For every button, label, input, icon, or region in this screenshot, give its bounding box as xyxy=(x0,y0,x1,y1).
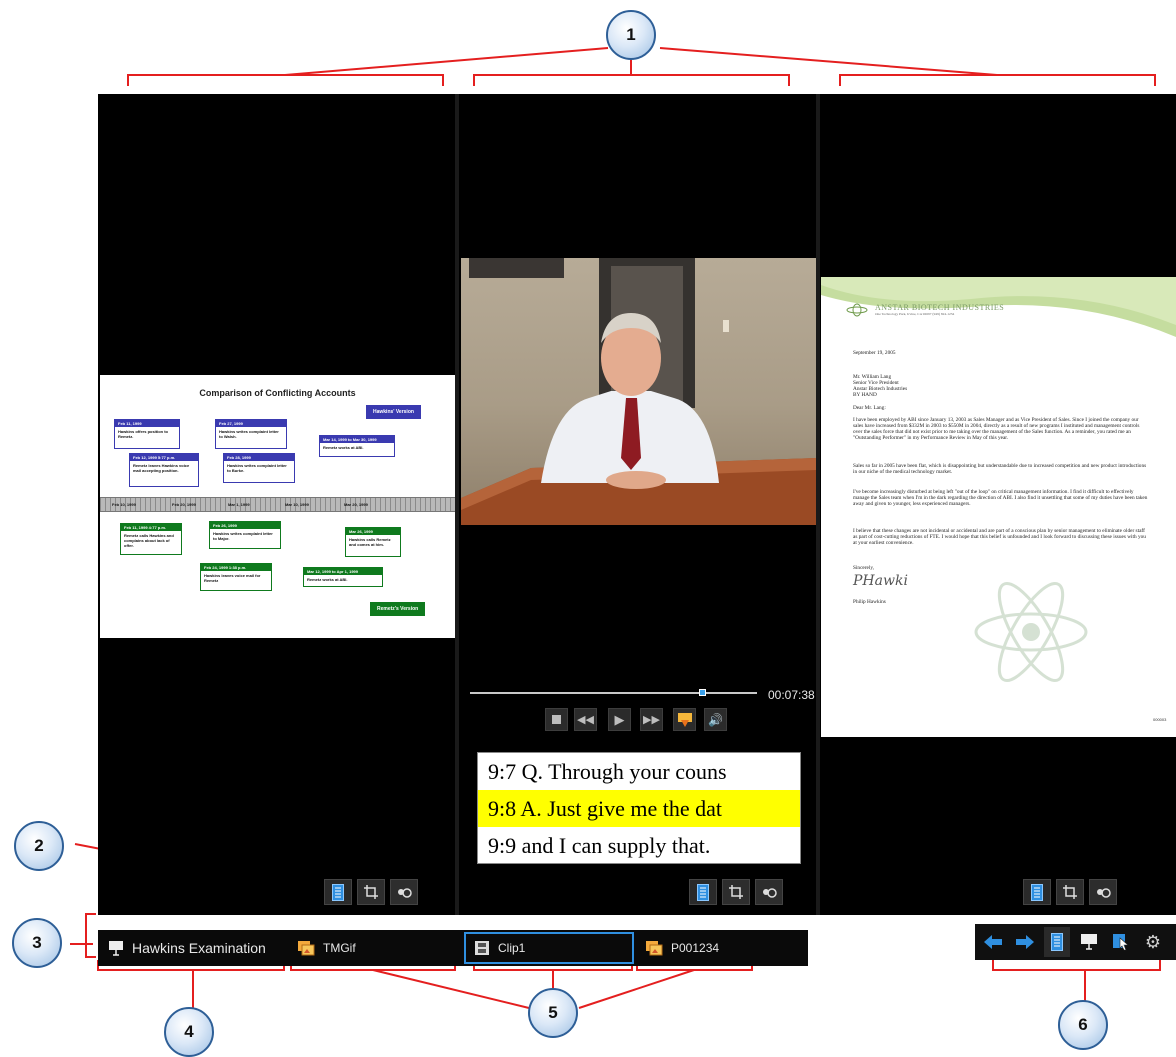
remetz-version-label: Remetz's Version xyxy=(370,602,426,616)
play-icon: ▶ xyxy=(614,711,625,727)
timeline-event-box: Feb 11, 1999 4:77 p.m. Remetz calls Hawki… xyxy=(120,523,182,555)
presentation-icon[interactable] xyxy=(1076,927,1102,957)
video-content-image xyxy=(461,258,816,525)
letter-salutation: Dear Mr. Lang: xyxy=(853,405,886,411)
tab-label: P001234 xyxy=(671,941,720,955)
company-name: ANSTAR BIOTECH INDUSTRIES xyxy=(875,303,1005,312)
hawkins-version-label: Hawkins' Version xyxy=(366,405,421,419)
stop-button[interactable] xyxy=(545,708,568,731)
clip-button[interactable] xyxy=(673,708,696,731)
crop-button[interactable] xyxy=(722,879,750,905)
timeline-event-box: Mar 14, 1999 to Mar 30, 1999 Remetz works… xyxy=(319,435,395,457)
timecode: 00:07:38 xyxy=(768,688,815,702)
presentation-icon xyxy=(109,941,123,956)
zoom-tool-button[interactable] xyxy=(1089,879,1117,905)
letter-signer: Philip Hawkins xyxy=(853,599,886,605)
crop-button[interactable] xyxy=(1056,879,1084,905)
presentation-title: Hawkins Examination xyxy=(132,940,266,956)
seek-handle[interactable] xyxy=(698,689,706,696)
pointer-icon[interactable] xyxy=(1108,927,1134,957)
forward-arrow-icon[interactable] xyxy=(1012,927,1038,957)
callout-5: 5 xyxy=(528,988,578,1038)
pane-document-icon xyxy=(1031,883,1043,901)
crop-button[interactable] xyxy=(357,879,385,905)
pane-toolbar-middle xyxy=(689,879,783,905)
zoom-icon xyxy=(763,888,777,898)
watermark-atom-icon xyxy=(974,582,1088,682)
film-icon xyxy=(475,941,489,955)
letter-paragraph: Sales so far in 2005 have been flat, whi… xyxy=(853,463,1147,475)
fast-forward-button[interactable]: ▶▶ xyxy=(640,708,663,731)
letter-signature: PHawki xyxy=(853,573,908,589)
chart-title: Comparison of Conflicting Accounts xyxy=(199,388,356,398)
transcript-line-highlighted: 9:8 A. Just give me the dat xyxy=(478,790,800,827)
callout-6: 6 xyxy=(1058,1000,1108,1050)
stop-icon xyxy=(552,715,561,724)
zoom-icon xyxy=(398,888,412,898)
zoom-tool-button[interactable] xyxy=(390,879,418,905)
document-icon[interactable] xyxy=(1044,927,1070,957)
rewind-button[interactable]: ◀◀ xyxy=(574,708,597,731)
pane-document-icon xyxy=(697,883,709,901)
doc-tab-clip1[interactable]: Clip1 xyxy=(464,932,634,964)
callout-3: 3 xyxy=(12,918,62,968)
crop-icon xyxy=(729,885,743,899)
navigation-toolbar: ⚙ xyxy=(975,924,1176,960)
bates-number: 000003 xyxy=(1153,717,1167,722)
timeline-event-box: Feb 12, 1999 5:77 p.m. Remetz leaves Hawk… xyxy=(129,453,199,487)
letter-closing: Sincerely, xyxy=(853,565,874,571)
seek-bar[interactable] xyxy=(470,692,757,694)
pane-document-icon xyxy=(332,883,344,901)
letter-document[interactable]: ANSTAR BIOTECH INDUSTRIES One Technology… xyxy=(821,277,1176,737)
timeline-event-box: Feb 24, 1999 1:38 p.m. Hawkins leaves voi… xyxy=(200,563,272,591)
company-address: One Technology Park, Irvine, CA 92697 (9… xyxy=(875,312,955,316)
image-doc-icon xyxy=(298,941,315,956)
image-doc-icon xyxy=(646,941,663,956)
zoom-tool-button[interactable] xyxy=(755,879,783,905)
callout-2: 2 xyxy=(14,821,64,871)
transcript-line: 9:7 Q. Through your couns xyxy=(488,759,727,784)
timeline-event-box: Feb 27, 1999 Hawkins writes complaint let… xyxy=(215,419,287,449)
letter-paragraph: I've become increasingly disturbed at be… xyxy=(853,489,1148,507)
transcript-line: 9:9 and I can supply that. xyxy=(488,833,711,858)
letter-date: September 19, 2005 xyxy=(853,350,896,356)
pane-toolbar-left xyxy=(324,879,418,905)
back-arrow-icon[interactable] xyxy=(980,927,1006,957)
crop-icon xyxy=(364,885,378,899)
document-view-button[interactable] xyxy=(324,879,352,905)
company-logo-icon xyxy=(846,303,868,317)
volume-icon: 🔊 xyxy=(708,712,723,727)
rewind-icon: ◀◀ xyxy=(577,714,594,726)
play-button[interactable]: ▶ xyxy=(608,708,631,731)
pane-toolbar-right xyxy=(1023,879,1117,905)
callout-1: 1 xyxy=(606,10,656,60)
document-view-button[interactable] xyxy=(1023,879,1051,905)
letter-paragraph: I believe that these changes are not inc… xyxy=(853,528,1146,546)
zoom-icon xyxy=(1097,888,1111,898)
timeline-document[interactable]: Comparison of Conflicting Accounts Hawki… xyxy=(100,375,455,638)
timeline-event-box: Feb 26, 1999 Hawkins writes complaint let… xyxy=(209,521,281,549)
settings-gear-icon[interactable]: ⚙ xyxy=(1140,927,1166,957)
timeline-event-box: Feb 28, 1999 Hawkins writes complaint let… xyxy=(223,453,295,483)
crop-icon xyxy=(1063,885,1077,899)
clip-icon xyxy=(677,712,692,727)
tab-label: Clip1 xyxy=(498,941,526,955)
document-view-button[interactable] xyxy=(689,879,717,905)
video-frame[interactable] xyxy=(461,258,816,525)
transcript-panel[interactable]: 9:7 Q. Through your couns 9:8 A. Just gi… xyxy=(477,752,801,864)
volume-button[interactable]: 🔊 xyxy=(704,708,727,731)
letter-paragraph: I have been employed by ABI since Januar… xyxy=(853,417,1140,441)
tab-label: TMGif xyxy=(323,941,356,955)
presentation-title-button[interactable]: Hawkins Examination xyxy=(108,932,266,964)
doc-tab-p001234[interactable]: P001234 xyxy=(645,932,719,964)
letter-address-line: BY HAND xyxy=(853,392,877,398)
timeline-event-box: Feb 11, 1999 Hawkins offers position to R… xyxy=(114,419,180,449)
fast-forward-icon: ▶▶ xyxy=(643,714,660,726)
timeline-event-box: Mar 26, 1999 Hawkins calls Remetz and com… xyxy=(345,527,401,557)
doc-tab-tmgif[interactable]: TMGif xyxy=(297,932,356,964)
timeline-event-box: Mar 12, 1999 to Apr 1, 1999 Remetz works … xyxy=(303,567,383,587)
callout-4: 4 xyxy=(164,1007,214,1057)
timeline-ruler: Feb 10, 1999 Feb 20, 1999 Mar 1, 1999 Ma… xyxy=(100,497,455,512)
